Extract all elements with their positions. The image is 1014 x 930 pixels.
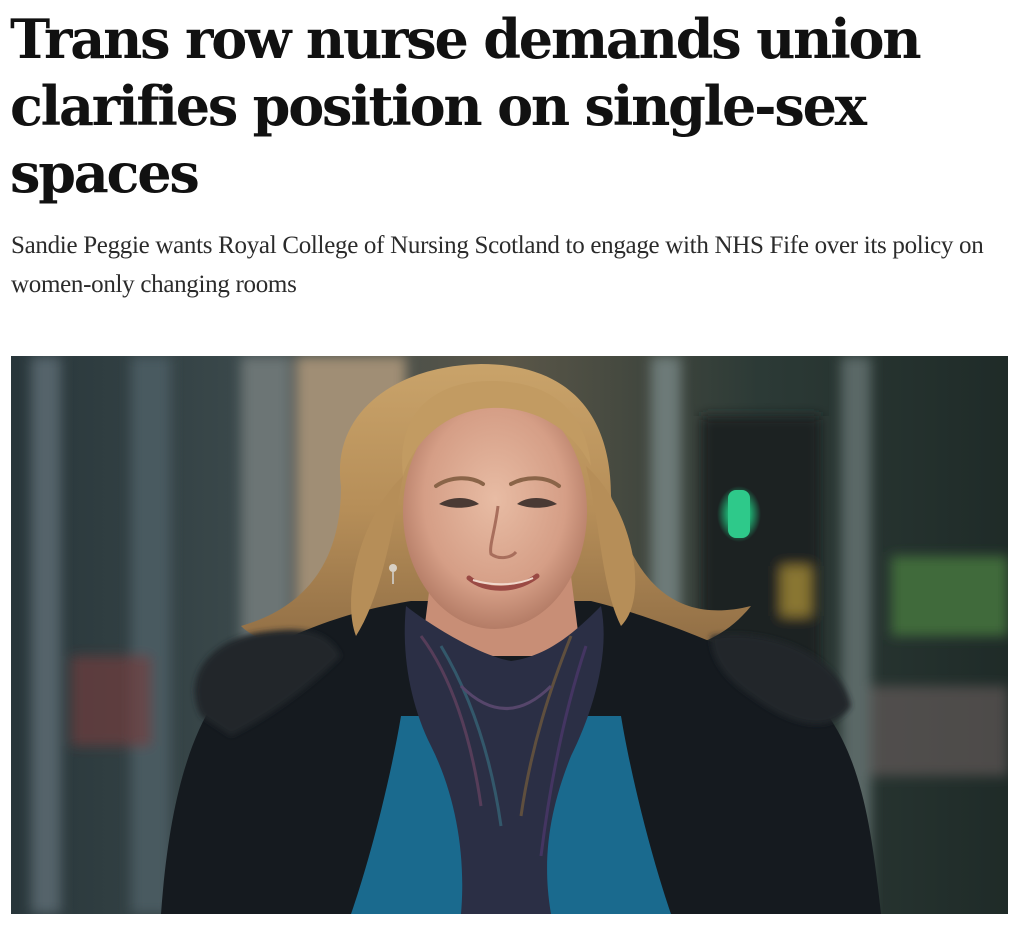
photo-woman-smiling-outdoors: [11, 356, 1008, 914]
article: Trans row nurse demands union clarifies …: [0, 0, 1014, 930]
headline: Trans row nurse demands union clarifies …: [10, 7, 922, 205]
standfirst: Sandie Peggie wants Royal College of Nur…: [11, 232, 984, 298]
hero-photo: [11, 356, 1008, 914]
